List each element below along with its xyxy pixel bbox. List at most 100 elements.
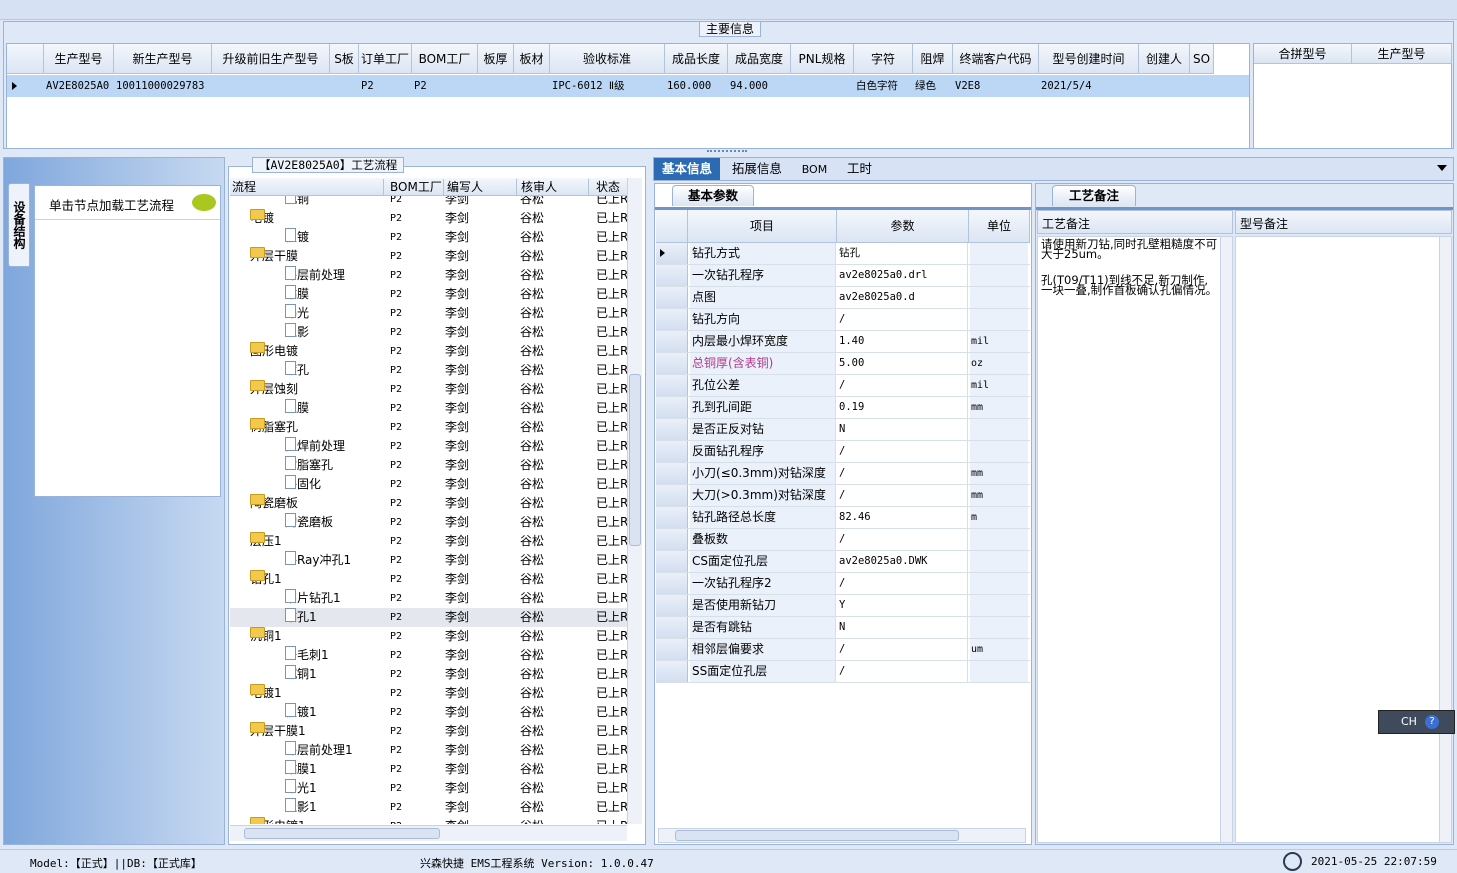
- flow-node[interactable]: −外层干膜1: [250, 722, 385, 741]
- flow-node[interactable]: −陶瓷磨板: [250, 494, 385, 513]
- param-row[interactable]: 钻孔路径总长度 82.46 m: [656, 507, 1030, 529]
- tab-extended-info[interactable]: 拓展信息: [724, 158, 790, 180]
- param-value[interactable]: /: [838, 485, 968, 506]
- tab-dropdown-icon[interactable]: [1437, 165, 1447, 171]
- param-row[interactable]: SS面定位孔层 /: [656, 661, 1030, 683]
- grid-select-all-corner[interactable]: [656, 210, 688, 242]
- param-value[interactable]: 0.19: [838, 397, 968, 418]
- flow-tree-row[interactable]: 贴膜1 P2 李剑 谷松 已上R: [230, 760, 627, 779]
- param-row[interactable]: 是否有跳钻 N: [656, 617, 1030, 639]
- flow-tree-row[interactable]: 显影 P2 李剑 谷松 已上R: [230, 323, 627, 342]
- flow-tree-row[interactable]: −电镀 P2 李剑 谷松 已上R: [230, 209, 627, 228]
- main-col-header[interactable]: 字符: [854, 44, 913, 74]
- row-selector[interactable]: [656, 309, 688, 330]
- param-value[interactable]: /: [838, 441, 968, 462]
- flow-node[interactable]: 外层前处理1: [285, 741, 385, 760]
- ime-toolbar[interactable]: CH ?: [1378, 710, 1455, 734]
- main-col-header[interactable]: 新生产型号: [114, 44, 212, 74]
- flow-tree-row[interactable]: 曝光1 P2 李剑 谷松 已上R: [230, 779, 627, 798]
- row-selector[interactable]: [656, 331, 688, 352]
- main-col-header[interactable]: 板材: [514, 44, 550, 74]
- param-value[interactable]: N: [838, 419, 968, 440]
- side-col-header[interactable]: 生产型号: [1352, 44, 1452, 64]
- row-selector[interactable]: [656, 243, 688, 264]
- param-value[interactable]: N: [838, 617, 968, 638]
- param-col-header[interactable]: 项目: [688, 210, 837, 242]
- process-notes-title[interactable]: 工艺备注: [1052, 185, 1136, 206]
- main-cell[interactable]: AV2E8025A0: [46, 75, 114, 97]
- param-value[interactable]: Y: [838, 595, 968, 616]
- row-selector[interactable]: [656, 463, 688, 484]
- flow-tree-row[interactable]: −沉铜1 P2 李剑 谷松 已上R: [230, 627, 627, 646]
- param-col-header[interactable]: 单位: [969, 210, 1030, 242]
- flow-node[interactable]: 退膜: [285, 399, 385, 418]
- process-note-textarea[interactable]: 请使用新刀钻,同时孔壁粗糙度不可大于25um。 孔(T09/T11)到线不足,新…: [1037, 236, 1233, 843]
- param-value[interactable]: /: [838, 639, 968, 660]
- param-value[interactable]: /: [838, 309, 968, 330]
- flow-tree-row[interactable]: 板镀1 P2 李剑 谷松 已上R: [230, 703, 627, 722]
- basic-params-hscroll[interactable]: [658, 828, 1026, 843]
- row-selector[interactable]: [656, 419, 688, 440]
- main-cell[interactable]: 白色字符: [856, 75, 913, 97]
- main-col-header[interactable]: 成品宽度: [728, 44, 791, 74]
- flow-tree-row[interactable]: 陶瓷磨板 P2 李剑 谷松 已上R: [230, 513, 627, 532]
- tab-bom[interactable]: BOM: [794, 159, 836, 181]
- param-row[interactable]: 相邻层偏要求 / um: [656, 639, 1030, 661]
- equipment-structure-tab[interactable]: 设备结构: [8, 183, 30, 267]
- main-cell[interactable]: 94.000: [730, 75, 791, 97]
- flow-node[interactable]: 贴膜1: [285, 760, 385, 779]
- param-value[interactable]: 钻孔: [838, 243, 968, 264]
- param-row[interactable]: 一次钻孔程序2/: [656, 573, 1030, 595]
- main-cell[interactable]: IPC-6012 Ⅱ级: [552, 75, 665, 97]
- param-row[interactable]: 叠板数 /: [656, 529, 1030, 551]
- flow-node[interactable]: 沉铜1: [285, 665, 385, 684]
- flow-node[interactable]: 板镀1: [285, 703, 385, 722]
- param-row[interactable]: 小刀(≤0.3mm)对钻深度 / mm: [656, 463, 1030, 485]
- process-note-vscroll[interactable]: [1220, 237, 1232, 842]
- flow-node[interactable]: −沉铜1: [250, 627, 385, 646]
- flow-tree-row[interactable]: 阻焊前处理 P2 李剑 谷松 已上R: [230, 437, 627, 456]
- main-cell[interactable]: V2E8: [955, 75, 1039, 97]
- flow-node[interactable]: 阻焊前处理: [285, 437, 385, 456]
- main-cell[interactable]: 160.000: [667, 75, 728, 97]
- main-col-header[interactable]: 验收标准: [550, 44, 665, 74]
- flow-node[interactable]: 曝光1: [285, 779, 385, 798]
- param-value[interactable]: /: [838, 661, 968, 682]
- param-value[interactable]: /: [838, 573, 968, 594]
- flow-tree-row[interactable]: 沉铜 P2 李剑 谷松 已上R: [230, 196, 627, 209]
- param-row[interactable]: 孔到孔间距 0.19 mm: [656, 397, 1030, 419]
- row-selector[interactable]: [656, 485, 688, 506]
- flow-node[interactable]: −电镀1: [250, 684, 385, 703]
- flow-node[interactable]: 铝片钻孔1: [285, 589, 385, 608]
- flow-tree-row[interactable]: 曝光 P2 李剑 谷松 已上R: [230, 304, 627, 323]
- row-selector[interactable]: [656, 375, 688, 396]
- flow-tree-row[interactable]: 退膜 P2 李剑 谷松 已上R: [230, 399, 627, 418]
- param-row[interactable]: 钻孔方式 钻孔: [656, 243, 1030, 265]
- flow-node[interactable]: −钻孔1: [250, 570, 385, 589]
- flow-col-header[interactable]: BOM工厂: [388, 179, 444, 195]
- flow-node[interactable]: −外层干膜: [250, 247, 385, 266]
- flow-node[interactable]: 镀孔: [285, 361, 385, 380]
- flow-node[interactable]: 钻孔1: [285, 608, 385, 627]
- row-selector[interactable]: [656, 661, 688, 682]
- flow-tree-row[interactable]: −钻孔1 P2 李剑 谷松 已上R: [230, 570, 627, 589]
- row-selector[interactable]: [656, 529, 688, 550]
- flow-node[interactable]: 树脂塞孔: [285, 456, 385, 475]
- model-note-vscroll[interactable]: [1439, 237, 1451, 842]
- row-selector[interactable]: [656, 551, 688, 572]
- param-row[interactable]: 孔位公差 / mil: [656, 375, 1030, 397]
- main-col-header[interactable]: 板厚: [478, 44, 514, 74]
- flow-node[interactable]: −层压1: [250, 532, 385, 551]
- param-value[interactable]: av2e8025a0.drl: [838, 265, 968, 286]
- flow-tree-row[interactable]: X-Ray冲孔1 P2 李剑 谷松 已上R: [230, 551, 627, 570]
- main-cell[interactable]: P2: [361, 75, 412, 97]
- param-row[interactable]: 反面钻孔程序 /: [656, 441, 1030, 463]
- param-value[interactable]: av2e8025a0.d: [838, 287, 968, 308]
- splitter-handle[interactable]: [707, 150, 747, 154]
- param-col-header[interactable]: 参数: [837, 210, 969, 242]
- flow-node[interactable]: −树脂塞孔: [250, 418, 385, 437]
- flow-tree-row[interactable]: 去毛刺1 P2 李剑 谷松 已上R: [230, 646, 627, 665]
- main-col-header[interactable]: SO: [1190, 44, 1214, 74]
- param-value[interactable]: 82.46: [838, 507, 968, 528]
- flow-node[interactable]: −图形电镀1: [250, 817, 385, 824]
